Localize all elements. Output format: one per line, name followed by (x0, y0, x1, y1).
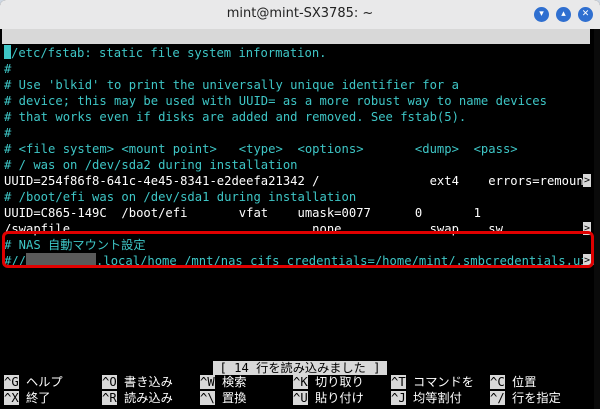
minimize-icon: ▾ (539, 9, 544, 19)
minimize-button[interactable]: ▾ (534, 7, 549, 22)
maximize-icon: ▴ (561, 9, 566, 19)
shortcut-cut: ^K 切り取り (293, 375, 364, 389)
shortcut-replace: ^\ 置換 (200, 391, 247, 405)
editor-line[interactable]: UUID=C865-149C /boot/efi vfat umask=0077… (4, 205, 481, 221)
shortcut-read: ^R 読み込み (102, 391, 173, 405)
close-button[interactable]: ✕ (578, 7, 593, 22)
status-message: [ 14 行を読み込みました ] (213, 361, 387, 375)
highlight-box (2, 231, 594, 268)
editor-line[interactable]: # device; this may be used with UUID= as… (4, 93, 547, 109)
shortcut-search: ^W 検索 (200, 375, 247, 389)
title-bar[interactable]: mint@mint-SX3785: ~ ▾ ▴ ✕ (0, 0, 600, 30)
editor-line[interactable]: # <file system> <mount point> <type> <op… (4, 141, 518, 157)
shortcut-command: ^T コマンドを (391, 375, 474, 389)
nano-filename: /etc/fstab (280, 59, 354, 73)
line-overflow-marker: > (583, 174, 591, 187)
nano-header: GNU nano 7.2 /etc/fstab (2, 29, 590, 73)
close-icon: ✕ (581, 9, 590, 19)
editor-line[interactable]: # (4, 61, 11, 77)
status-bar: [ 14 行を読み込みました ] (0, 357, 600, 375)
editor-line[interactable]: # / was on /dev/sda2 during installation (4, 157, 298, 173)
terminal-window: mint@mint-SX3785: ~ ▾ ▴ ✕ GNU nano 7.2 /… (0, 0, 600, 409)
maximize-button[interactable]: ▴ (556, 7, 571, 22)
shortcut-write: ^O 書き込み (102, 375, 173, 389)
text-cursor (4, 45, 11, 59)
scrollbar[interactable] (594, 29, 600, 409)
window-title: mint@mint-SX3785: ~ (226, 6, 374, 21)
shortcut-justify: ^J 均等割付 (391, 391, 462, 405)
editor-line[interactable]: # /boot/efi was on /dev/sda1 during inst… (4, 189, 356, 205)
shortcut-help: ^G ヘルプ (4, 375, 63, 389)
editor-line[interactable]: # that works even if disks are added and… (4, 109, 466, 125)
editor-line[interactable]: # (4, 125, 11, 141)
editor-line[interactable]: /etc/fstab: static file system informati… (4, 45, 327, 61)
shortcut-position: ^C 位置 (490, 375, 537, 389)
shortcut-exit: ^X 終了 (4, 391, 51, 405)
shortcut-goto-line: ^/ 行を指定 (490, 391, 561, 405)
editor-line[interactable]: # Use 'blkid' to print the universally u… (4, 77, 459, 93)
shortcut-paste: ^U 貼り付け (293, 391, 364, 405)
editor-line[interactable]: UUID=254f86f8-641c-4e45-8341-e2deefa2134… (4, 173, 584, 189)
terminal-area[interactable]: GNU nano 7.2 /etc/fstab /etc/fstab: stat… (0, 29, 600, 409)
